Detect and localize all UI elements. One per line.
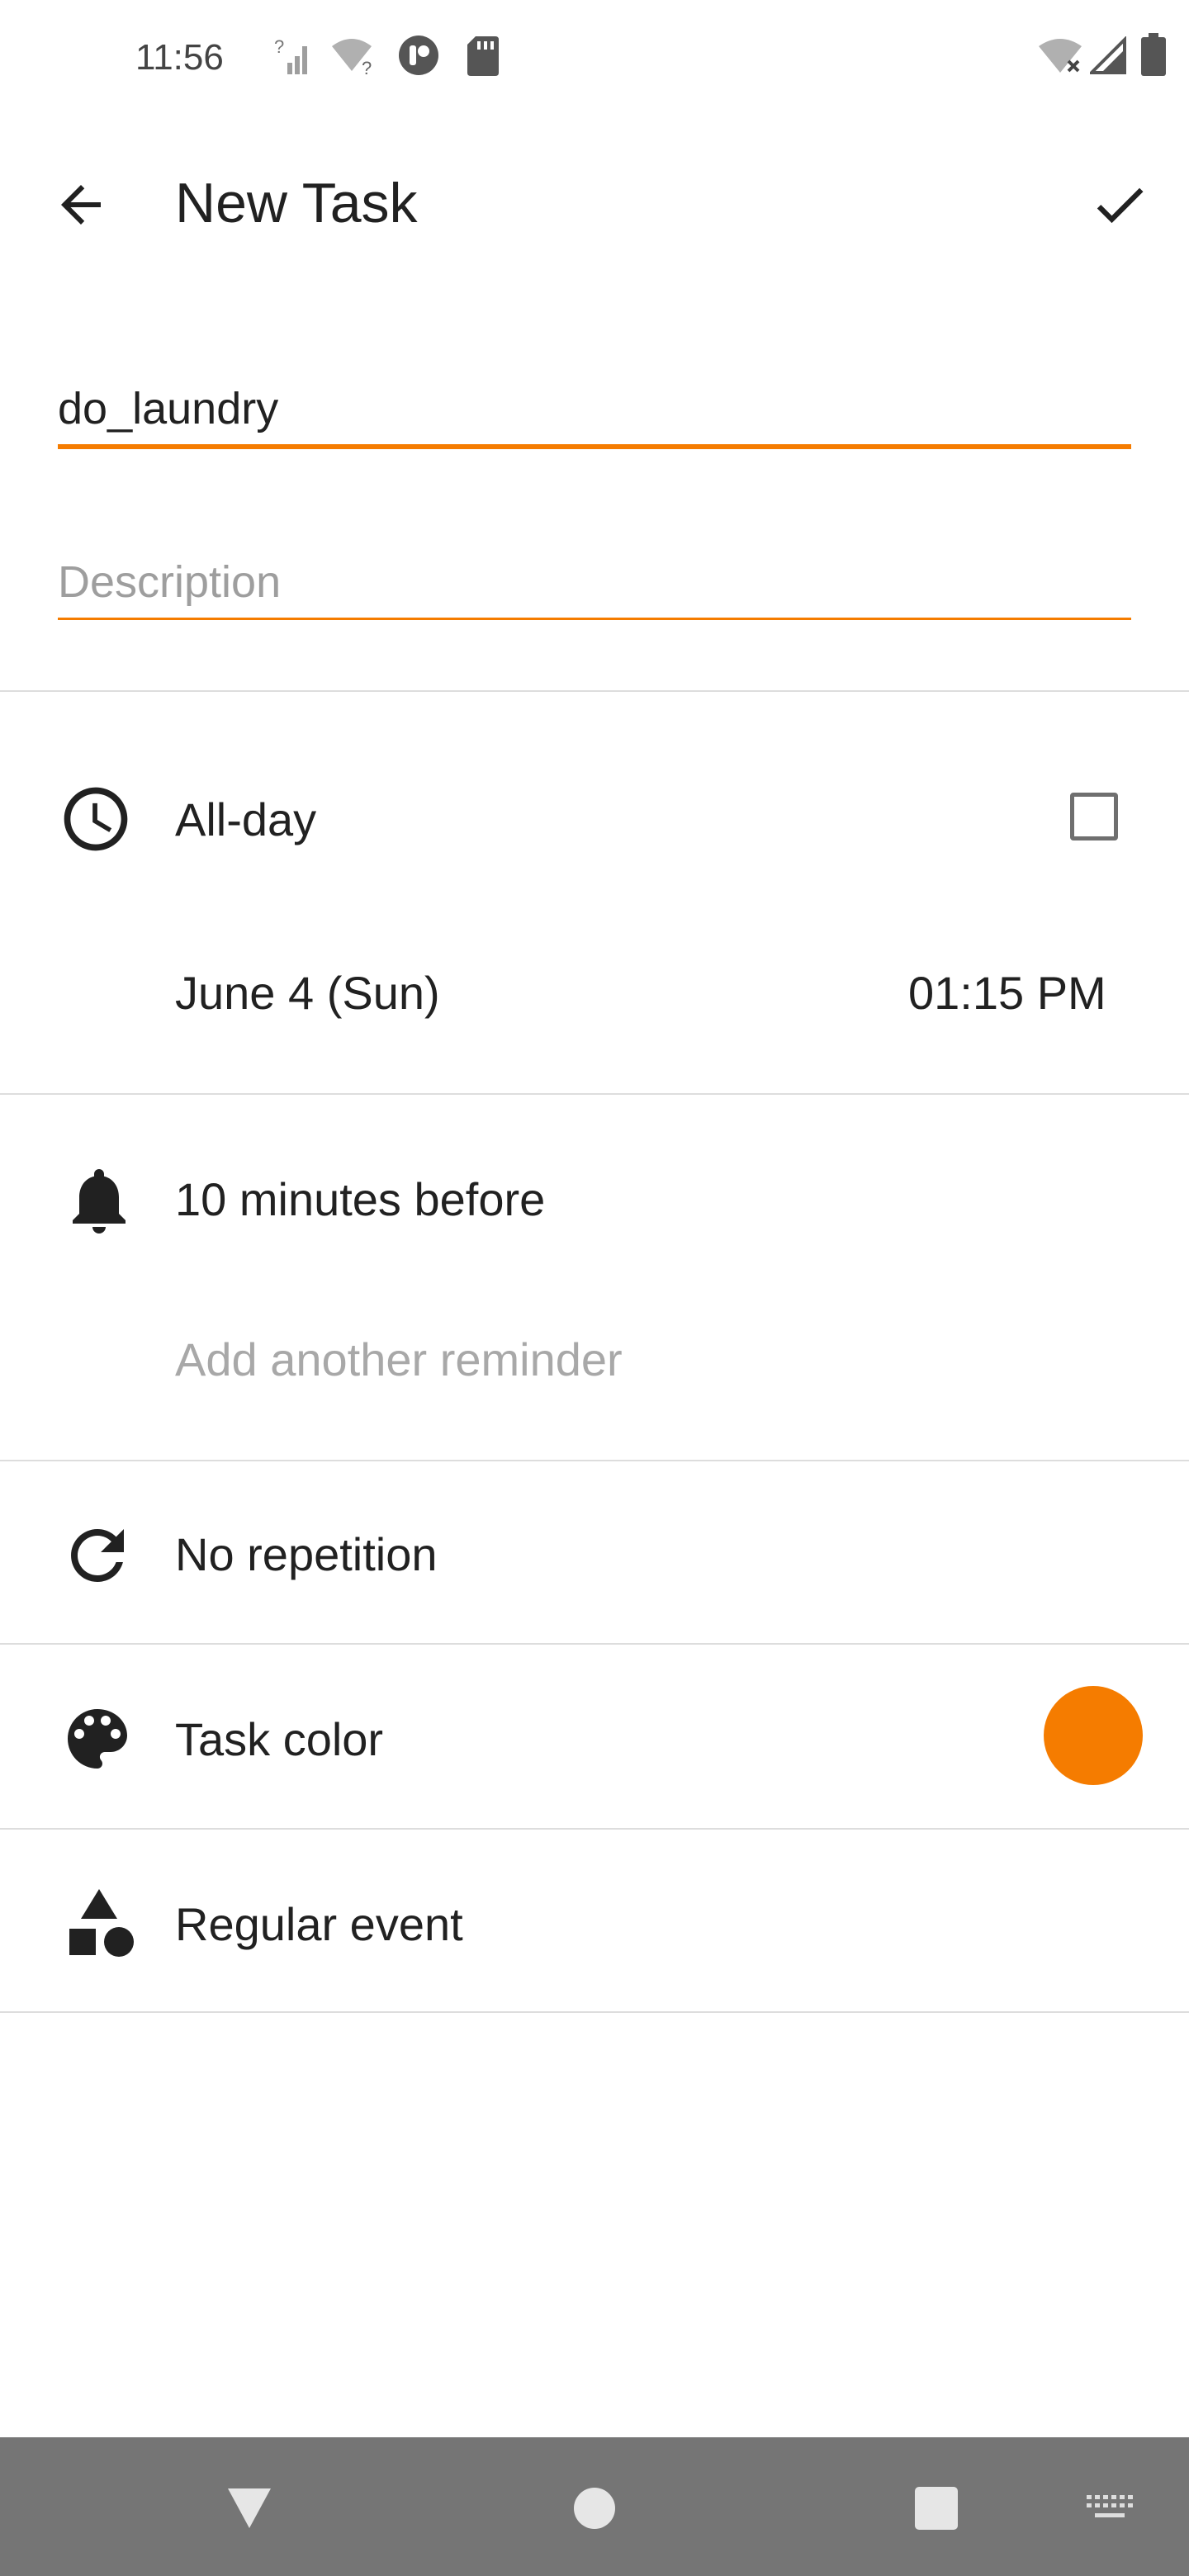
bell-icon bbox=[73, 1169, 126, 1234]
nav-home-icon[interactable] bbox=[573, 2487, 616, 2530]
app-notification-icon bbox=[399, 36, 438, 75]
task-color-label: Task color bbox=[175, 1713, 384, 1765]
divider bbox=[0, 1828, 1189, 1830]
svg-text:?: ? bbox=[362, 58, 372, 76]
palette-icon bbox=[68, 1709, 127, 1769]
navigation-bar bbox=[0, 2437, 1189, 2576]
task-title-underline bbox=[58, 444, 1131, 449]
shapes-icon bbox=[69, 1889, 134, 1957]
divider bbox=[0, 1093, 1189, 1095]
start-time[interactable]: 01:15 PM bbox=[908, 964, 1106, 1022]
add-reminder-button[interactable]: Add another reminder bbox=[175, 1331, 623, 1389]
reminder-item[interactable]: 10 minutes before bbox=[175, 1171, 545, 1229]
divider bbox=[0, 690, 1189, 692]
cell-signal-unknown-icon: ? bbox=[274, 36, 307, 74]
keyboard-icon[interactable] bbox=[1087, 2495, 1133, 2523]
nav-recents-icon[interactable] bbox=[915, 2487, 958, 2530]
svg-text:?: ? bbox=[274, 36, 284, 57]
divider bbox=[0, 1460, 1189, 1461]
cell-signal-icon bbox=[1090, 36, 1126, 74]
repetition-setting[interactable]: No repetition bbox=[175, 1526, 438, 1584]
sd-card-icon bbox=[467, 36, 499, 76]
page-title: New Task bbox=[175, 172, 418, 234]
all-day-checkbox[interactable] bbox=[1070, 793, 1118, 841]
task-title-input[interactable]: do_laundry bbox=[58, 380, 278, 438]
arrow-back-icon[interactable] bbox=[51, 175, 111, 234]
start-date[interactable]: June 4 (Sun) bbox=[175, 964, 440, 1022]
task-color-swatch[interactable] bbox=[1044, 1686, 1143, 1785]
check-icon[interactable] bbox=[1088, 173, 1151, 236]
event-type-setting[interactable]: Regular event bbox=[175, 1896, 463, 1953]
refresh-icon bbox=[71, 1529, 124, 1582]
description-input[interactable]: Description bbox=[58, 553, 281, 611]
divider bbox=[0, 1643, 1189, 1645]
description-underline bbox=[58, 618, 1131, 620]
wifi-off-icon bbox=[1039, 39, 1082, 73]
all-day-label: All-day bbox=[175, 793, 317, 845]
battery-icon bbox=[1141, 33, 1166, 76]
status-time: 11:56 bbox=[135, 37, 224, 78]
nav-back-icon[interactable] bbox=[225, 2485, 274, 2531]
clock-icon bbox=[64, 787, 128, 851]
wifi-unknown-icon: ? bbox=[332, 39, 372, 76]
divider bbox=[0, 2011, 1189, 2013]
